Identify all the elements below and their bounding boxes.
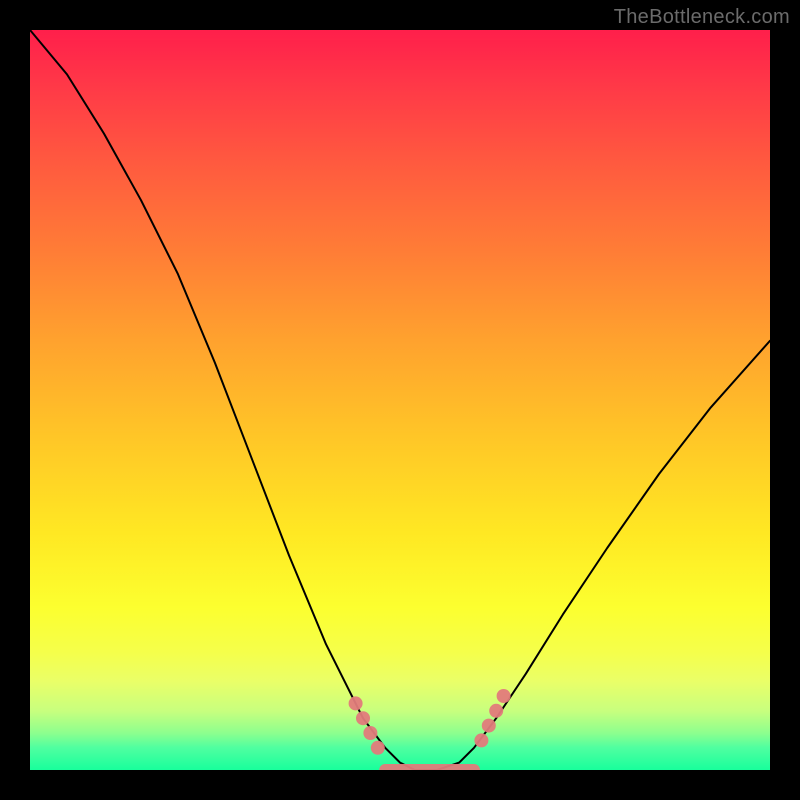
plot-area bbox=[30, 30, 770, 770]
watermark-text: TheBottleneck.com bbox=[614, 6, 790, 29]
marker-dot bbox=[497, 689, 511, 703]
marker-dot bbox=[363, 726, 377, 740]
chart-svg bbox=[30, 30, 770, 770]
bottleneck-curve bbox=[30, 30, 770, 770]
marker-dot bbox=[371, 741, 385, 755]
marker-dot bbox=[482, 719, 496, 733]
marker-dot bbox=[349, 696, 363, 710]
marker-dot bbox=[489, 704, 503, 718]
chart-frame: TheBottleneck.com bbox=[0, 0, 800, 800]
optimal-range-dots bbox=[349, 689, 511, 755]
marker-dot bbox=[474, 733, 488, 747]
marker-dot bbox=[356, 711, 370, 725]
